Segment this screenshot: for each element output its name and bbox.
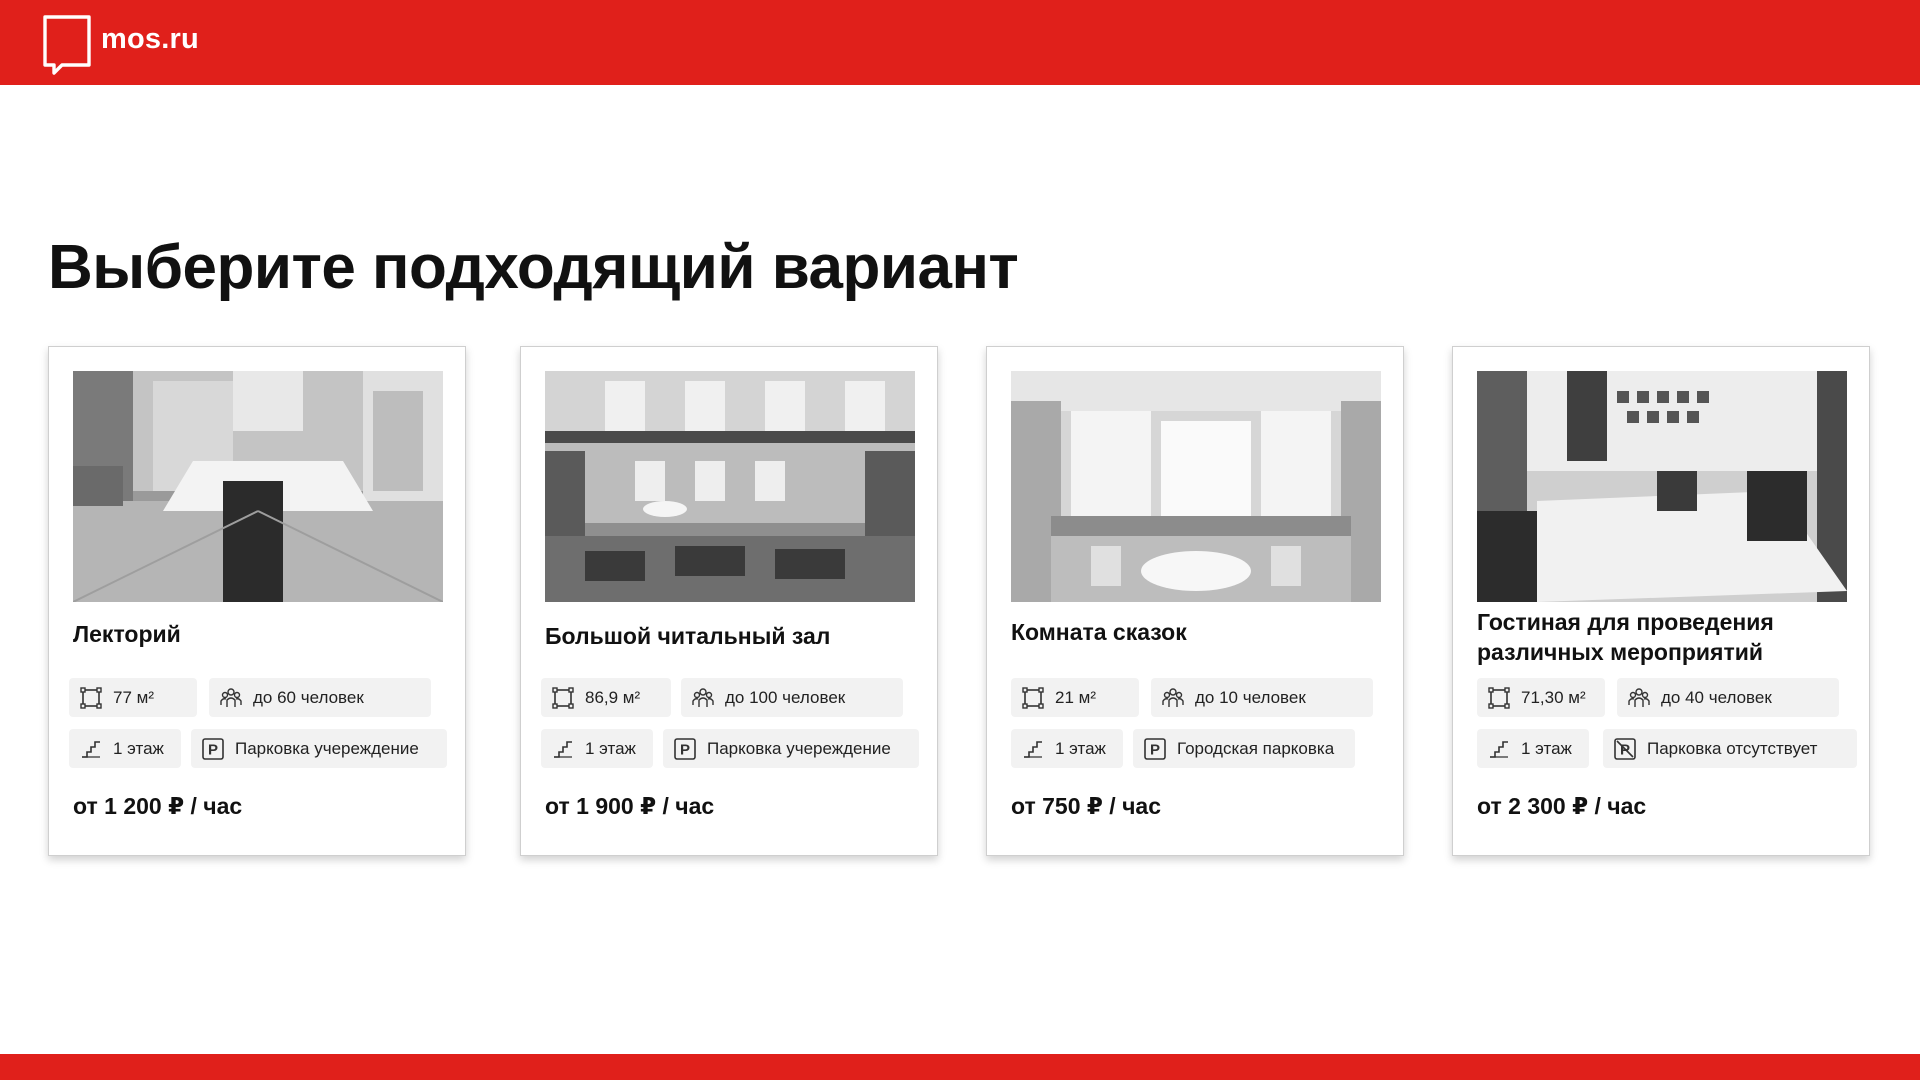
capacity-value: до 60 человек xyxy=(253,687,364,707)
parking-icon: P xyxy=(673,737,697,761)
parking-value: Парковка учереждение xyxy=(707,738,891,758)
area-frame-icon xyxy=(79,686,103,710)
stairs-icon xyxy=(79,737,103,761)
logo-text: mos.ru xyxy=(101,23,199,55)
capacity-chip: до 40 человек xyxy=(1617,678,1839,717)
price: от 2 300 ₽ / час xyxy=(1477,793,1647,819)
stairs-icon xyxy=(1487,737,1511,761)
area-frame-icon xyxy=(1021,686,1045,710)
capacity-chip: до 10 человек xyxy=(1151,678,1373,717)
no-parking-icon: P xyxy=(1613,737,1637,761)
parking-value: Городская парковка xyxy=(1177,738,1335,758)
capacity-chip: до 60 человек xyxy=(209,678,431,717)
capacity-value: до 100 человек xyxy=(725,687,846,707)
floor-value: 1 этаж xyxy=(1521,738,1572,758)
venue-card-fairy-tale-room[interactable]: Комната сказок 21 м² до 10 человек 1 эта… xyxy=(986,346,1404,856)
floor-value: 1 этаж xyxy=(113,738,164,758)
capacity-chip: до 100 человек xyxy=(681,678,903,717)
venue-photo xyxy=(73,371,443,602)
area-chip: 77 м² xyxy=(69,678,197,717)
people-group-icon xyxy=(691,686,715,710)
floor-value: 1 этаж xyxy=(585,738,636,758)
venue-name: Большой читальный зал xyxy=(545,623,831,649)
capacity-value: до 10 человек xyxy=(1195,687,1306,707)
price: от 1 200 ₽ / час xyxy=(73,793,243,819)
venue-card-living-room[interactable]: Гостиная для проведения различных меропр… xyxy=(1452,346,1870,856)
parking-icon: P xyxy=(1143,737,1167,761)
area-chip: 71,30 м² xyxy=(1477,678,1605,717)
bottom-bar xyxy=(0,1054,1920,1080)
parking-chip: P Городская парковка xyxy=(1133,729,1355,768)
price: от 750 ₽ / час xyxy=(1011,793,1162,819)
price: от 1 900 ₽ / час xyxy=(545,793,715,819)
area-value: 21 м² xyxy=(1055,687,1096,707)
parking-icon: P xyxy=(201,737,225,761)
top-bar: mos.ru xyxy=(0,0,1920,85)
mos-ru-logo[interactable]: mos.ru xyxy=(42,14,199,76)
parking-chip: P Парковка учереждение xyxy=(663,729,919,768)
area-value: 71,30 м² xyxy=(1521,687,1586,707)
area-value: 86,9 м² xyxy=(585,687,641,707)
venue-photo xyxy=(545,371,915,602)
floor-value: 1 этаж xyxy=(1055,738,1106,758)
venue-card-reading-hall[interactable]: Большой читальный зал 86,9 м² до 100 чел… xyxy=(520,346,938,856)
floor-chip: 1 этаж xyxy=(541,729,653,768)
area-frame-icon xyxy=(1487,686,1511,710)
people-group-icon xyxy=(1627,686,1651,710)
stairs-icon xyxy=(551,737,575,761)
venue-card-lectorium[interactable]: Лекторий 77 м² до 60 человек 1 этаж P Па… xyxy=(48,346,466,856)
people-group-icon xyxy=(219,686,243,710)
people-group-icon xyxy=(1161,686,1185,710)
venue-name: Лекторий xyxy=(73,621,181,647)
area-frame-icon xyxy=(551,686,575,710)
parking-chip: P Парковка учереждение xyxy=(191,729,447,768)
parking-value: Парковка отсутствует xyxy=(1647,738,1818,758)
parking-value: Парковка учереждение xyxy=(235,738,419,758)
stairs-icon xyxy=(1021,737,1045,761)
venue-name: Гостиная для проведения различных меропр… xyxy=(1477,609,1774,665)
svg-text:P: P xyxy=(1150,741,1160,758)
capacity-value: до 40 человек xyxy=(1661,687,1772,707)
speech-bubble-icon xyxy=(42,14,92,76)
parking-chip: P Парковка отсутствует xyxy=(1603,729,1857,768)
venue-name: Комната сказок xyxy=(1011,619,1187,645)
area-chip: 21 м² xyxy=(1011,678,1139,717)
floor-chip: 1 этаж xyxy=(1477,729,1589,768)
floor-chip: 1 этаж xyxy=(1011,729,1123,768)
page-title: Выберите подходящий вариант xyxy=(48,233,1019,302)
svg-text:P: P xyxy=(680,741,690,758)
area-chip: 86,9 м² xyxy=(541,678,671,717)
venue-photo xyxy=(1477,371,1847,602)
area-value: 77 м² xyxy=(113,687,154,707)
floor-chip: 1 этаж xyxy=(69,729,181,768)
venue-photo xyxy=(1011,371,1381,602)
svg-text:P: P xyxy=(208,741,218,758)
